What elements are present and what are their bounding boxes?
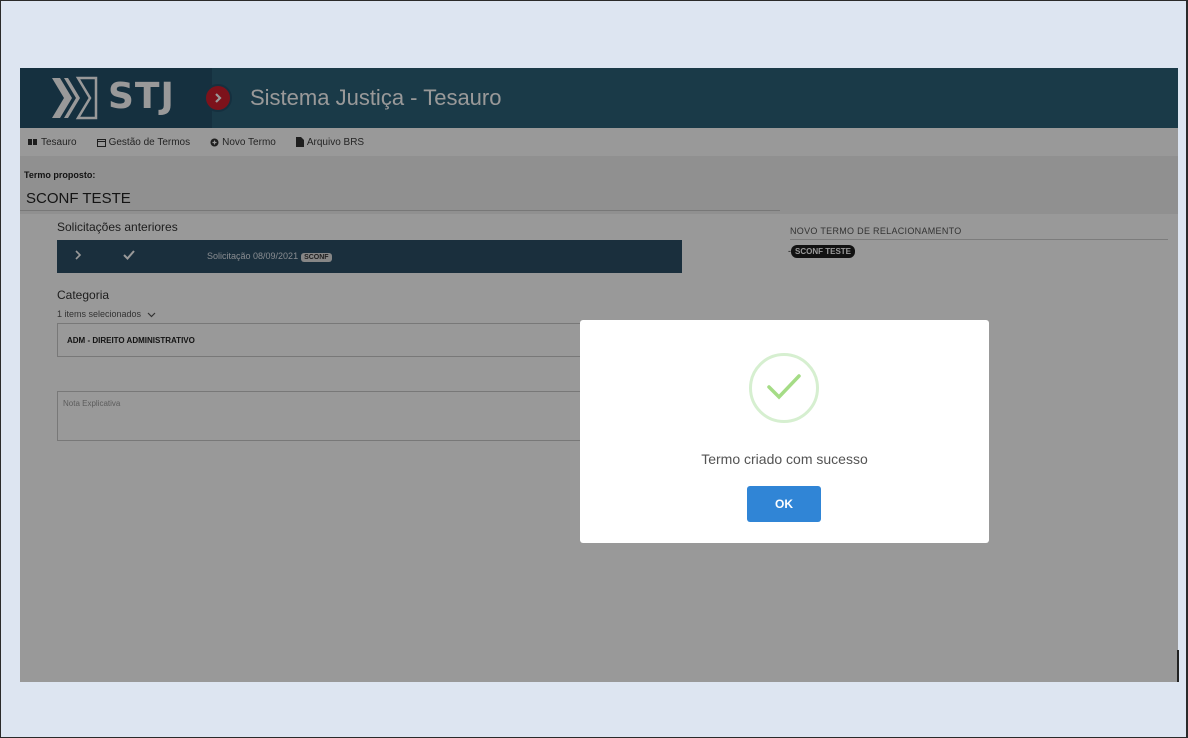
success-dialog: Termo criado com sucesso OK bbox=[580, 320, 989, 543]
success-check-icon bbox=[749, 353, 819, 423]
ok-button[interactable]: OK bbox=[747, 486, 821, 522]
dialog-message: Termo criado com sucesso bbox=[701, 451, 868, 467]
scroll-edge bbox=[1177, 650, 1179, 682]
